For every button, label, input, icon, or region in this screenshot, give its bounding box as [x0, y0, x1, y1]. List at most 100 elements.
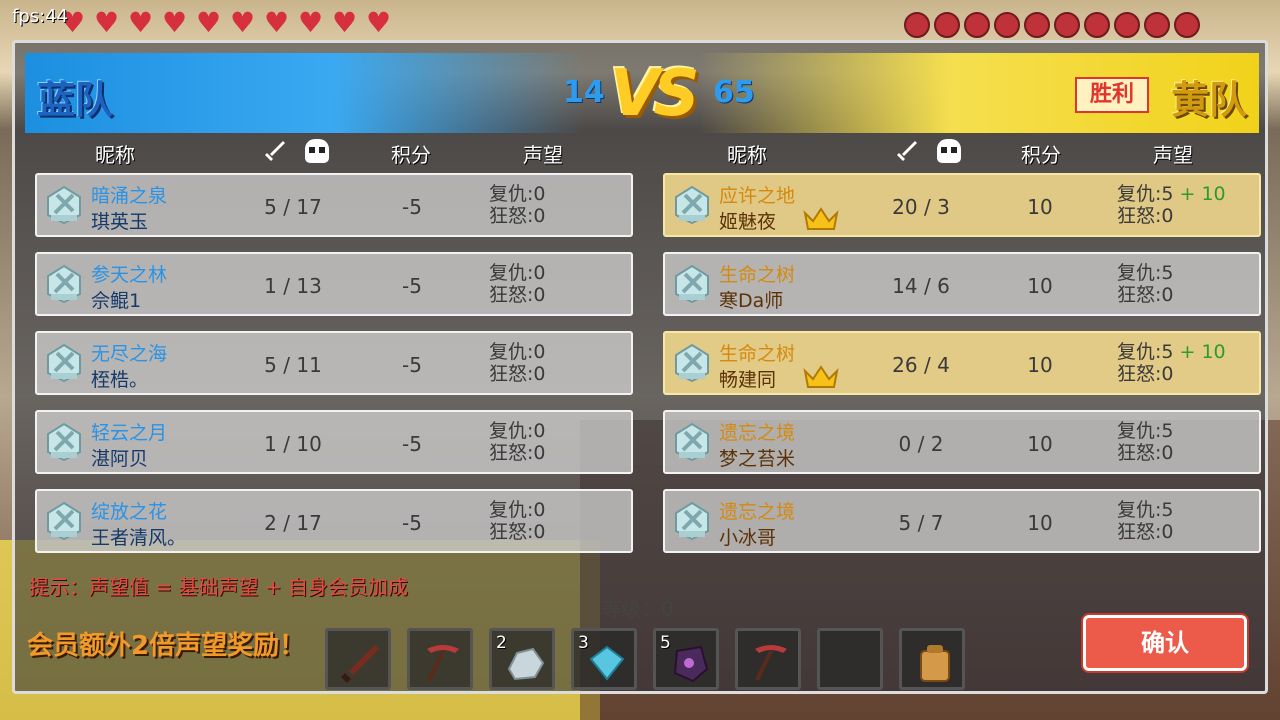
- hotbar-slot[interactable]: [325, 628, 391, 690]
- col-name-blue: 昵称: [95, 143, 135, 167]
- revenge-count: 复仇:0: [489, 262, 546, 284]
- heart-icon: ♥: [230, 6, 256, 39]
- player-row: 遗忘之境 梦之苔米 0 / 2 10 复仇:5 狂怒:0: [663, 410, 1261, 474]
- sword-icon: [897, 141, 917, 161]
- reputation-bonus: + 10: [1179, 183, 1226, 205]
- rage-count: 狂怒:0: [489, 442, 546, 464]
- pickaxe-icon: [427, 645, 459, 681]
- ore-icon: [673, 645, 709, 683]
- reputation-block: 复仇:0 狂怒:0: [489, 341, 546, 385]
- rank-badge-icon: [675, 185, 709, 225]
- hunger-icon: [994, 12, 1020, 38]
- player-name: 湛阿贝: [91, 448, 149, 470]
- revenge-count: 复仇:5: [1117, 341, 1174, 363]
- rage-count: 狂怒:0: [1117, 521, 1174, 543]
- player-title: 无尽之海: [91, 343, 168, 365]
- heart-icon: ♥: [128, 6, 154, 39]
- hotbar-slot[interactable]: [407, 628, 473, 690]
- reputation-block: 复仇:5 + 10 狂怒:0: [1117, 183, 1226, 227]
- sword-icon: [265, 141, 285, 161]
- kill-death: 5 / 7: [898, 511, 944, 535]
- rank-badge-icon: [675, 264, 709, 304]
- reputation-block: 复仇:0 狂怒:0: [489, 262, 546, 306]
- hunger-icon: [1024, 12, 1050, 38]
- player-title: 轻云之月: [91, 422, 168, 444]
- player-row: 应许之地 姬魅夜 20 / 3 10 复仇:5 + 10 狂怒:0: [663, 173, 1261, 237]
- item-hotbar: 2 3 5: [325, 628, 965, 690]
- player-name: 梦之苔米: [719, 448, 796, 470]
- heart-icon: ♥: [196, 6, 222, 39]
- hotbar-slot[interactable]: 2: [489, 628, 555, 690]
- col-points-blue: 积分: [391, 143, 431, 167]
- crown-icon: [803, 365, 839, 388]
- rank-badge-icon: [675, 343, 709, 383]
- hotbar-slot[interactable]: [735, 628, 801, 690]
- revenge-count: 复仇:5: [1117, 499, 1174, 521]
- hunger-icon: [1114, 12, 1140, 38]
- player-points: 10: [1027, 432, 1053, 456]
- yellow-team-label: 黄队: [1170, 78, 1247, 122]
- player-title: 绽放之花: [91, 501, 168, 523]
- confirm-button[interactable]: 确认: [1083, 615, 1247, 671]
- kill-death: 5 / 17: [264, 195, 322, 219]
- hotbar-slot[interactable]: 3: [571, 628, 637, 690]
- reputation-block: 复仇:5 狂怒:0: [1117, 262, 1174, 306]
- player-title: 生命之树: [719, 343, 796, 365]
- player-row: 暗涌之泉 琪英玉 5 / 17 -5 复仇:0 狂怒:0: [35, 173, 633, 237]
- hunger-orbs: [904, 12, 1200, 38]
- player-points: -5: [402, 195, 422, 219]
- fps-counter: fps:44: [12, 6, 69, 27]
- player-points: -5: [402, 511, 422, 535]
- blue-team-label: 蓝队: [37, 78, 114, 122]
- player-name: 佘鲲1: [91, 290, 142, 312]
- revenge-count: 复仇:0: [489, 183, 546, 205]
- blue-team-score: 14: [563, 75, 605, 110]
- rage-count: 狂怒:0: [489, 363, 546, 385]
- rank-badge-icon: [47, 422, 81, 462]
- reputation-block: 复仇:0 狂怒:0: [489, 420, 546, 464]
- player-name: 小冰哥: [719, 527, 777, 549]
- player-points: 10: [1027, 274, 1053, 298]
- hunger-icon: [1054, 12, 1080, 38]
- player-points: -5: [402, 432, 422, 456]
- revenge-count: 复仇:5: [1117, 262, 1174, 284]
- kill-death: 0 / 2: [898, 432, 944, 456]
- rank-badge-icon: [47, 264, 81, 304]
- health-hearts: ♥ ♥ ♥ ♥ ♥ ♥ ♥ ♥ ♥ ♥: [60, 6, 396, 39]
- yellow-team-score: 65: [713, 75, 755, 110]
- player-row: 生命之树 畅建同 26 / 4 10 复仇:5 + 10 狂怒:0: [663, 331, 1261, 395]
- player-title: 暗涌之泉: [91, 185, 168, 207]
- heart-icon: ♥: [332, 6, 358, 39]
- reputation-bonus: + 10: [1179, 341, 1226, 363]
- heart-icon: ♥: [298, 6, 324, 39]
- rage-count: 狂怒:0: [1117, 205, 1174, 227]
- revenge-count: 复仇:0: [489, 420, 546, 442]
- diamond-icon: [589, 645, 625, 681]
- member-promo: 会员额外2倍声望奖励！: [27, 631, 306, 661]
- stone-icon: [507, 647, 545, 681]
- victory-badge: 胜利: [1075, 77, 1149, 113]
- revenge-count: 复仇:0: [489, 341, 546, 363]
- player-row: 参天之林 佘鲲1 1 / 13 -5 复仇:0 狂怒:0: [35, 252, 633, 316]
- revenge-count: 复仇:0: [489, 499, 546, 521]
- reputation-block: 复仇:5 狂怒:0: [1117, 499, 1174, 543]
- revenge-count: 复仇:5: [1117, 420, 1174, 442]
- vs-emblem: VS: [610, 57, 700, 131]
- rage-count: 狂怒:0: [1117, 363, 1174, 385]
- hotbar-slot[interactable]: [899, 628, 965, 690]
- kill-death: 26 / 4: [892, 353, 950, 377]
- rank-badge-icon: [47, 343, 81, 383]
- hunger-icon: [1144, 12, 1170, 38]
- reputation-block: 复仇:5 + 10 狂怒:0: [1117, 341, 1226, 385]
- rank-badge-icon: [47, 501, 81, 541]
- col-points-yellow: 积分: [1021, 143, 1061, 167]
- col-reputation-yellow: 声望: [1153, 143, 1193, 167]
- hotbar-slot[interactable]: [817, 628, 883, 690]
- player-title: 生命之树: [719, 264, 796, 286]
- hotbar-slot[interactable]: 5: [653, 628, 719, 690]
- pickaxe-icon: [755, 645, 787, 681]
- hunger-icon: [1084, 12, 1110, 38]
- player-title: 遗忘之境: [719, 501, 796, 523]
- revenge-count: 复仇:5: [1117, 183, 1174, 205]
- player-points: 10: [1027, 353, 1053, 377]
